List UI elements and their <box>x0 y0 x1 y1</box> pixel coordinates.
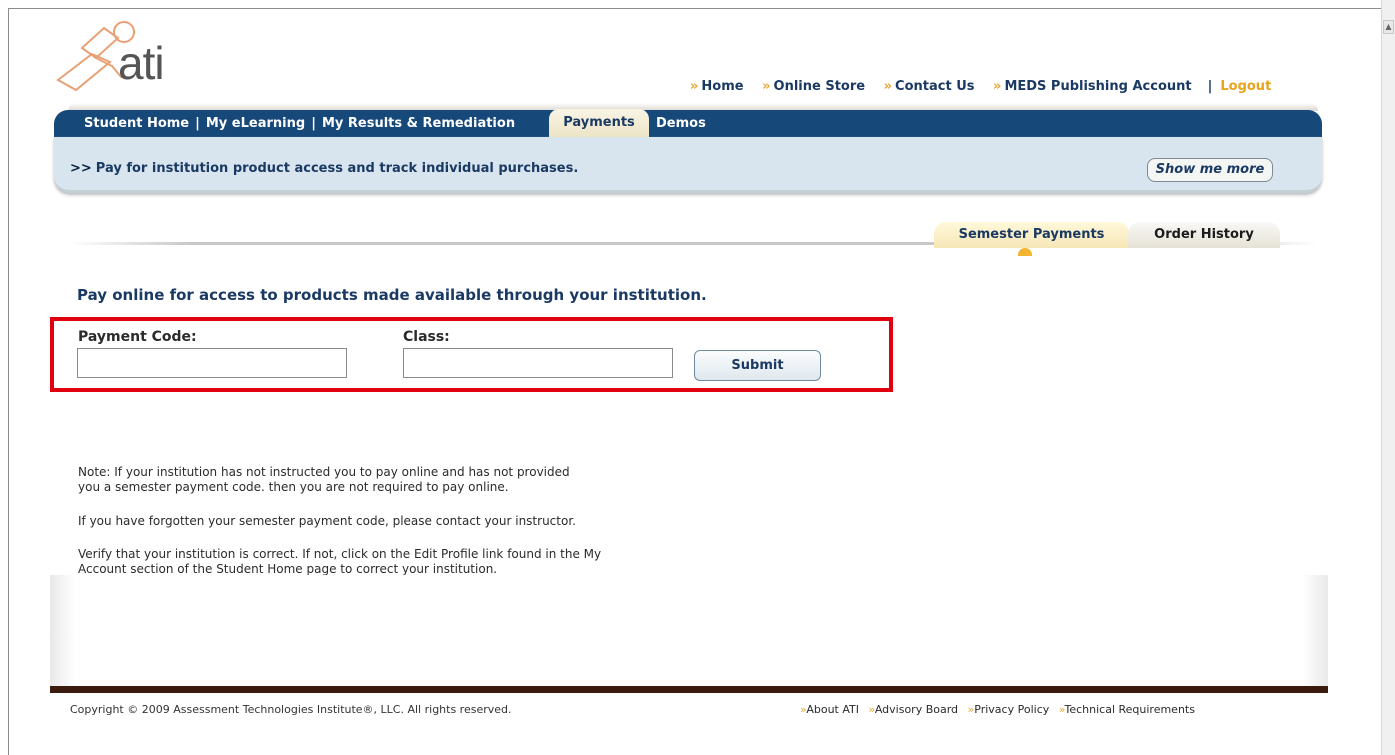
page-heading: Pay online for access to products made a… <box>77 286 707 304</box>
logo-text[interactable]: ati <box>118 36 165 90</box>
payment-code-label: Payment Code: <box>78 329 197 345</box>
top-link-label[interactable]: Home <box>701 79 743 94</box>
submit-button[interactable]: Submit <box>694 350 821 381</box>
footer-bar <box>50 686 1328 693</box>
copyright-text: Copyright © 2009 Assessment Technologies… <box>70 703 512 716</box>
show-me-more-button[interactable]: Show me more <box>1147 158 1273 182</box>
top-links: » Home » Online Store » Contact Us » MEDS Pu… <box>690 79 1278 97</box>
payment-code-input[interactable] <box>77 348 347 378</box>
top-link-home[interactable]: » Home <box>690 79 751 94</box>
chevron-right-icon: » <box>690 79 699 94</box>
footer-links: »About ATI »Advisory Board »Privacy Poli… <box>800 703 1201 716</box>
note-verify-line1: Verify that your institution is correct.… <box>78 547 602 561</box>
top-link-label[interactable]: Online Store <box>774 79 866 94</box>
footer-link-label[interactable]: Technical Requirements <box>1064 703 1194 716</box>
top-link-contact-us[interactable]: » Contact Us <box>884 79 982 94</box>
class-input[interactable] <box>403 348 673 378</box>
tab-semester-payments[interactable]: Semester Payments <box>934 222 1129 248</box>
nav-item-my-results-remediation[interactable]: My Results & Remediation <box>322 116 515 131</box>
chevron-right-icon: » <box>993 79 1002 94</box>
nav-tab-payments[interactable]: Payments <box>549 109 649 139</box>
nav-item-student-home[interactable]: Student Home <box>84 116 189 131</box>
top-link-online-store[interactable]: » Online Store <box>762 79 872 94</box>
nav-separator: | <box>195 116 200 131</box>
content-shade <box>50 575 1328 687</box>
nav-item-demos[interactable]: Demos <box>656 116 706 131</box>
top-link-label[interactable]: MEDS Publishing Account <box>1004 79 1191 94</box>
footer-link-label[interactable]: Advisory Board <box>875 703 958 716</box>
footer-link-label[interactable]: About ATI <box>806 703 859 716</box>
class-label: Class: <box>403 329 450 345</box>
top-link-label[interactable]: Contact Us <box>895 79 974 94</box>
info-bar-message: Pay for institution product access and t… <box>95 161 579 176</box>
note-forgotten-code: If you have forgotten your semester paym… <box>78 514 576 528</box>
info-bar-text: >> Pay for institution product access and… <box>70 161 578 176</box>
tab-order-history[interactable]: Order History <box>1128 222 1280 248</box>
chevron-right-icon: » <box>883 79 893 94</box>
active-subtab-indicator-icon <box>1018 248 1032 256</box>
footer-link-label[interactable]: Privacy Policy <box>974 703 1049 716</box>
vertical-scrollbar[interactable] <box>1381 0 1395 755</box>
note-institution-line1: Note: If your institution has not instru… <box>78 465 570 479</box>
main-nav-items: Student Home | My eLearning | My Results & R… <box>84 116 515 131</box>
chevron-right-icon: » <box>762 79 771 94</box>
top-link-meds-publishing[interactable]: » MEDS Publishing Account <box>993 79 1199 94</box>
footer-link-privacy-policy[interactable]: »Privacy Policy <box>968 703 1050 716</box>
double-chevron-icon: >> <box>70 161 92 176</box>
nav-item-my-elearning[interactable]: My eLearning <box>206 116 305 131</box>
nav-separator: | <box>311 116 316 131</box>
top-link-separator: | <box>1207 79 1213 94</box>
logout-link[interactable]: Logout <box>1220 79 1271 94</box>
note-institution-line2: you a semester payment code. then you ar… <box>78 480 509 494</box>
footer-link-advisory-board[interactable]: »Advisory Board <box>869 703 959 716</box>
footer-link-about-ati[interactable]: »About ATI <box>800 703 859 716</box>
scroll-up-arrow-icon[interactable]: ▲ <box>1383 20 1394 34</box>
footer-link-technical-requirements[interactable]: »Technical Requirements <box>1059 703 1195 716</box>
